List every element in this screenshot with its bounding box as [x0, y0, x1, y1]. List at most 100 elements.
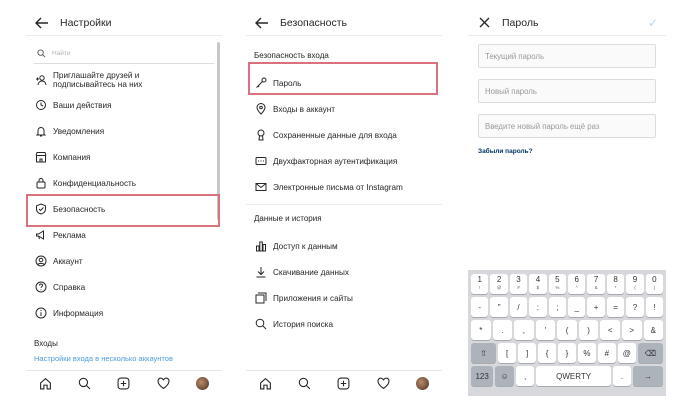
digit-key[interactable]: 3 #	[509, 274, 528, 294]
symbol-key[interactable]: <	[600, 320, 620, 340]
symbol-key[interactable]: ?	[626, 297, 644, 317]
digit-key[interactable]: 9(	[626, 274, 644, 294]
comma-key[interactable]: ,	[515, 366, 535, 386]
security-item-two-factor[interactable]: Двухфакторная аутентификация	[246, 148, 442, 174]
current-password-field[interactable]: Текущий пароль	[478, 44, 656, 68]
search-icon[interactable]	[77, 376, 93, 392]
symbol-key[interactable]: =	[606, 297, 625, 317]
home-icon[interactable]	[38, 376, 54, 392]
symbol-key[interactable]: @	[617, 343, 636, 363]
settings-item-invite[interactable]: Приглашайте друзей и подписывайтесь на ни…	[26, 68, 222, 92]
digit-key[interactable]: 4 $	[529, 274, 547, 294]
digit-key[interactable]: 2 @	[490, 274, 508, 294]
symbol-key[interactable]: ;	[548, 297, 567, 317]
search-icon[interactable]	[297, 376, 313, 392]
new-post-icon[interactable]	[336, 376, 352, 392]
settings-item-activity[interactable]: Ваши действия	[26, 92, 222, 118]
back-arrow-icon[interactable]	[32, 15, 52, 31]
digit-key-label: 9	[632, 275, 638, 284]
repeat-password-field[interactable]: Введите новый пароль ещё раз	[478, 114, 656, 138]
digit-key-symbol: %	[555, 285, 560, 290]
page-title: Настройки	[60, 16, 112, 29]
enter-arrow-icon[interactable]: →	[633, 366, 664, 386]
security-item-emails[interactable]: Электронные письма от Instagram	[246, 174, 442, 200]
back-arrow-icon[interactable]	[252, 15, 272, 31]
symbol-key[interactable]: _	[568, 297, 586, 317]
shift-icon[interactable]: ⇧	[471, 343, 497, 363]
add-person-icon	[34, 73, 48, 87]
security-header: Безопасность	[246, 10, 442, 36]
new-password-field[interactable]: Новый пароль	[478, 79, 656, 103]
symbol-key[interactable]: *	[471, 320, 491, 340]
symbol-key[interactable]: ]	[518, 343, 537, 363]
symbol-key[interactable]: [	[498, 343, 517, 363]
symbol-key[interactable]: +	[587, 297, 605, 317]
symbol-key[interactable]: (	[557, 320, 577, 340]
home-icon[interactable]	[258, 376, 274, 392]
digit-key-symbol: !	[479, 285, 481, 290]
digit-key[interactable]: 0)	[645, 274, 664, 294]
settings-item-privacy[interactable]: Конфиденциальность	[26, 170, 222, 196]
keyboard-bottom-row: 123 ☺ , QWERTY . →	[470, 366, 664, 386]
symbol-key[interactable]: /	[509, 297, 528, 317]
settings-item-account[interactable]: Аккаунт	[26, 248, 222, 274]
symbol-key[interactable]: ,	[514, 320, 534, 340]
digit-key-symbol: )	[653, 285, 656, 290]
symbol-key[interactable]: !	[645, 297, 664, 317]
security-item-apps-websites[interactable]: Приложения и сайты	[246, 285, 442, 311]
period-key[interactable]: .	[612, 366, 632, 386]
new-post-icon[interactable]	[116, 376, 132, 392]
keyboard-symbols-row: - " /:; _ + =?!	[470, 297, 664, 317]
space-key[interactable]: QWERTY	[536, 366, 611, 386]
digit-key[interactable]: 5%	[548, 274, 567, 294]
avatar[interactable]	[414, 376, 430, 392]
emoji-icon[interactable]: ☺	[495, 366, 514, 386]
symbol-key[interactable]: '	[535, 320, 556, 340]
symbol-key[interactable]: >	[621, 320, 642, 340]
settings-item-notifications[interactable]: Уведомления	[26, 118, 222, 144]
security-item-login-activity[interactable]: Входы в аккаунт	[246, 96, 442, 122]
settings-item-business[interactable]: Компания	[26, 144, 222, 170]
digit-key-label: 8	[613, 275, 618, 284]
avatar[interactable]	[194, 376, 210, 392]
settings-item-help[interactable]: Справка	[26, 274, 222, 300]
symbol-key[interactable]: &	[643, 320, 664, 340]
digit-key-symbol: ^	[575, 285, 578, 290]
keyboard-symbols-row-3: ⇧[]{}% # @ ⌫	[470, 343, 664, 363]
security-item-download-data[interactable]: Скачивание данных	[246, 259, 442, 285]
backspace-icon[interactable]: ⌫	[637, 343, 663, 363]
symbol-key[interactable]: -	[471, 297, 489, 317]
security-item-label: Входы в аккаунт	[273, 104, 336, 114]
settings-item-info[interactable]: Информация	[26, 300, 222, 326]
multi-account-login-link[interactable]: Настройки входа в несколько аккаунтов	[26, 354, 222, 366]
symbol-key[interactable]: #	[597, 343, 616, 363]
digit-key[interactable]: 7 &	[587, 274, 605, 294]
close-icon[interactable]	[474, 15, 494, 31]
symbol-key[interactable]: "	[490, 297, 508, 317]
symbol-key[interactable]: }	[558, 343, 576, 363]
digit-key-symbol: #	[517, 285, 520, 290]
security-item-label: Электронные письма от Instagram	[273, 182, 403, 192]
symbol-key[interactable]: %	[577, 343, 596, 363]
security-item-data-access[interactable]: Доступ к данным	[246, 233, 442, 259]
checkmark-icon[interactable]: ✓	[648, 16, 658, 30]
digit-key[interactable]: 8 *	[606, 274, 625, 294]
search-icon	[34, 49, 48, 58]
security-item-search-history[interactable]: История поиска	[246, 311, 442, 337]
symbol-key[interactable]: {	[538, 343, 556, 363]
security-item-label: Приложения и сайты	[273, 293, 353, 303]
settings-item-label: Справка	[53, 282, 86, 292]
symbol-key[interactable]: :	[529, 297, 547, 317]
heart-icon[interactable]	[375, 376, 391, 392]
account-icon	[34, 254, 48, 268]
security-item-label: Сохраненные данные для входа	[273, 130, 397, 140]
mode-switch-key[interactable]: 123	[471, 366, 494, 386]
digit-key[interactable]: 6 ^	[568, 274, 586, 294]
heart-icon[interactable]	[155, 376, 171, 392]
symbol-key[interactable]: .	[492, 320, 513, 340]
symbol-key[interactable]: )	[578, 320, 599, 340]
security-item-saved-login[interactable]: Сохраненные данные для входа	[246, 122, 442, 148]
search-input[interactable]: Найти	[34, 44, 214, 64]
forgot-password-link[interactable]: Забыли пароль?	[468, 148, 666, 155]
digit-key[interactable]: 1!	[471, 274, 489, 294]
